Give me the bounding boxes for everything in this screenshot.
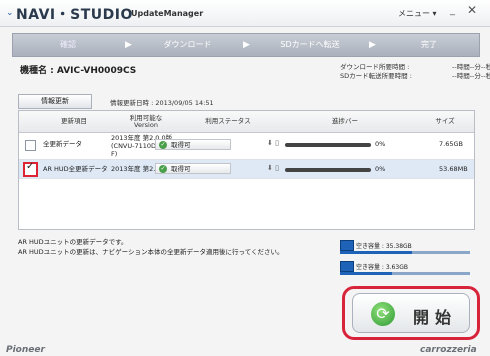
step-arrow-icon: ▶ bbox=[369, 40, 376, 50]
download-time-label: ダウンロード所要時間 : bbox=[340, 63, 410, 71]
start-label: 開始 bbox=[413, 308, 458, 327]
pc-free-bar bbox=[340, 251, 470, 254]
message-line-2: AR HUDユニットの更新は、ナビゲーション本体の全更新データ適用後に行ってくだ… bbox=[18, 248, 284, 256]
chevron-down-icon[interactable]: ⌄ bbox=[6, 8, 14, 18]
pioneer-logo: Pioneer bbox=[6, 345, 45, 355]
row-checkbox[interactable] bbox=[23, 161, 38, 177]
row-item: AR HUD全更新データ bbox=[43, 165, 108, 173]
title-bar: ⌄ NAVI・STUDIO UpdateManager メニュー ▾ _ ✕ bbox=[0, 0, 490, 27]
row-progress-bar bbox=[285, 168, 371, 172]
message-line-1: AR HUDユニットの更新データです。 bbox=[18, 238, 128, 246]
header-size: サイズ bbox=[435, 117, 455, 125]
step-download: ダウンロード bbox=[163, 40, 212, 49]
transfer-time-label: SDカード転送所要時間 : bbox=[340, 72, 412, 80]
time-estimates: ダウンロード所要時間 : --時間--分--秒 SDカード転送所要時間 : --… bbox=[340, 63, 490, 81]
sd-card-icon bbox=[340, 261, 354, 272]
row-status-label: 取得可 bbox=[171, 165, 191, 173]
app-subtitle: UpdateManager bbox=[131, 9, 204, 18]
step-sd-transfer: SDカードへ転送 bbox=[280, 40, 340, 49]
sd-free-fill bbox=[340, 272, 392, 275]
row-status: ✓ 取得可 bbox=[155, 139, 231, 150]
refresh-icon: ⟳ bbox=[371, 302, 395, 326]
sd-free-bar bbox=[340, 272, 470, 275]
header-status: 利用ステータス bbox=[205, 117, 251, 125]
download-time-value: --時間--分--秒 bbox=[452, 63, 490, 71]
check-icon: ✓ bbox=[159, 165, 167, 173]
app-logo: NAVI・STUDIO bbox=[16, 7, 133, 23]
row-size: 7.65GB bbox=[439, 140, 463, 148]
carrozzeria-logo: carrozzeria bbox=[420, 345, 477, 355]
step-arrow-icon: ▶ bbox=[125, 40, 132, 50]
header-progress: 進捗バー bbox=[332, 117, 358, 125]
minimize-button[interactable]: _ bbox=[450, 5, 455, 16]
row-percent: 0% bbox=[375, 140, 386, 148]
step-complete: 完了 bbox=[421, 40, 437, 49]
menu-button[interactable]: メニュー ▾ bbox=[398, 8, 437, 19]
close-button[interactable]: ✕ bbox=[467, 3, 477, 17]
download-arrow-icon: ⬇ ▯ bbox=[267, 139, 279, 147]
start-button[interactable]: ⟳ 開始 bbox=[352, 293, 470, 333]
footer: Pioneer carrozzeria bbox=[0, 345, 490, 356]
pc-drive-icon bbox=[340, 240, 354, 251]
header-item: 更新項目 bbox=[61, 117, 87, 125]
model-name: 機種名 : AVIC-VH0009CS bbox=[20, 66, 137, 76]
progress-steps: 確認 ▶ ダウンロード ▶ SDカードへ転送 ▶ 完了 bbox=[12, 33, 480, 57]
row-percent: 0% bbox=[375, 165, 386, 173]
row-item: 全更新データ bbox=[43, 140, 82, 148]
transfer-time-value: --時間--分--秒 bbox=[452, 72, 490, 80]
pc-free-space: 空き容量 : 35.38GB bbox=[356, 243, 412, 250]
step-confirm: 確認 bbox=[60, 40, 76, 49]
row-progress-bar bbox=[285, 143, 371, 147]
update-table: 更新項目 利用可能な Version 利用ステータス 進捗バー サイズ 全更新デ… bbox=[18, 110, 475, 230]
check-icon: ✓ bbox=[159, 141, 167, 149]
step-arrow-icon: ▶ bbox=[243, 40, 250, 50]
info-message: AR HUDユニットの更新データです。 AR HUDユニットの更新は、ナビゲーシ… bbox=[18, 237, 284, 257]
table-row[interactable]: AR HUD全更新データ 2013年度 第2.0.0版 ✓取得可 ⬇ ▯ 0% … bbox=[19, 160, 474, 179]
row-status-label: 取得可 bbox=[171, 141, 191, 149]
row-size: 53.68MB bbox=[439, 165, 468, 173]
table-header: 更新項目 利用可能な Version 利用ステータス 進捗バー サイズ bbox=[19, 111, 474, 133]
sd-free-space: 空き容量 : 3.63GB bbox=[356, 264, 408, 271]
row-status: ✓ 取得可 bbox=[155, 163, 231, 174]
download-arrow-icon: ⬇ ▯ bbox=[267, 164, 279, 172]
refresh-info-button[interactable]: 情報更新 bbox=[18, 94, 92, 109]
pc-free-fill bbox=[340, 251, 412, 254]
header-version: 利用可能な Version bbox=[129, 113, 163, 129]
row-checkbox[interactable] bbox=[25, 140, 36, 151]
table-row[interactable]: 全更新データ 2013年度 第2.0.0版 (CNVU-7110DL- F) ✓… bbox=[19, 132, 474, 160]
info-updated-date: 情報更新日時 : 2013/09/05 14:51 bbox=[110, 99, 214, 107]
